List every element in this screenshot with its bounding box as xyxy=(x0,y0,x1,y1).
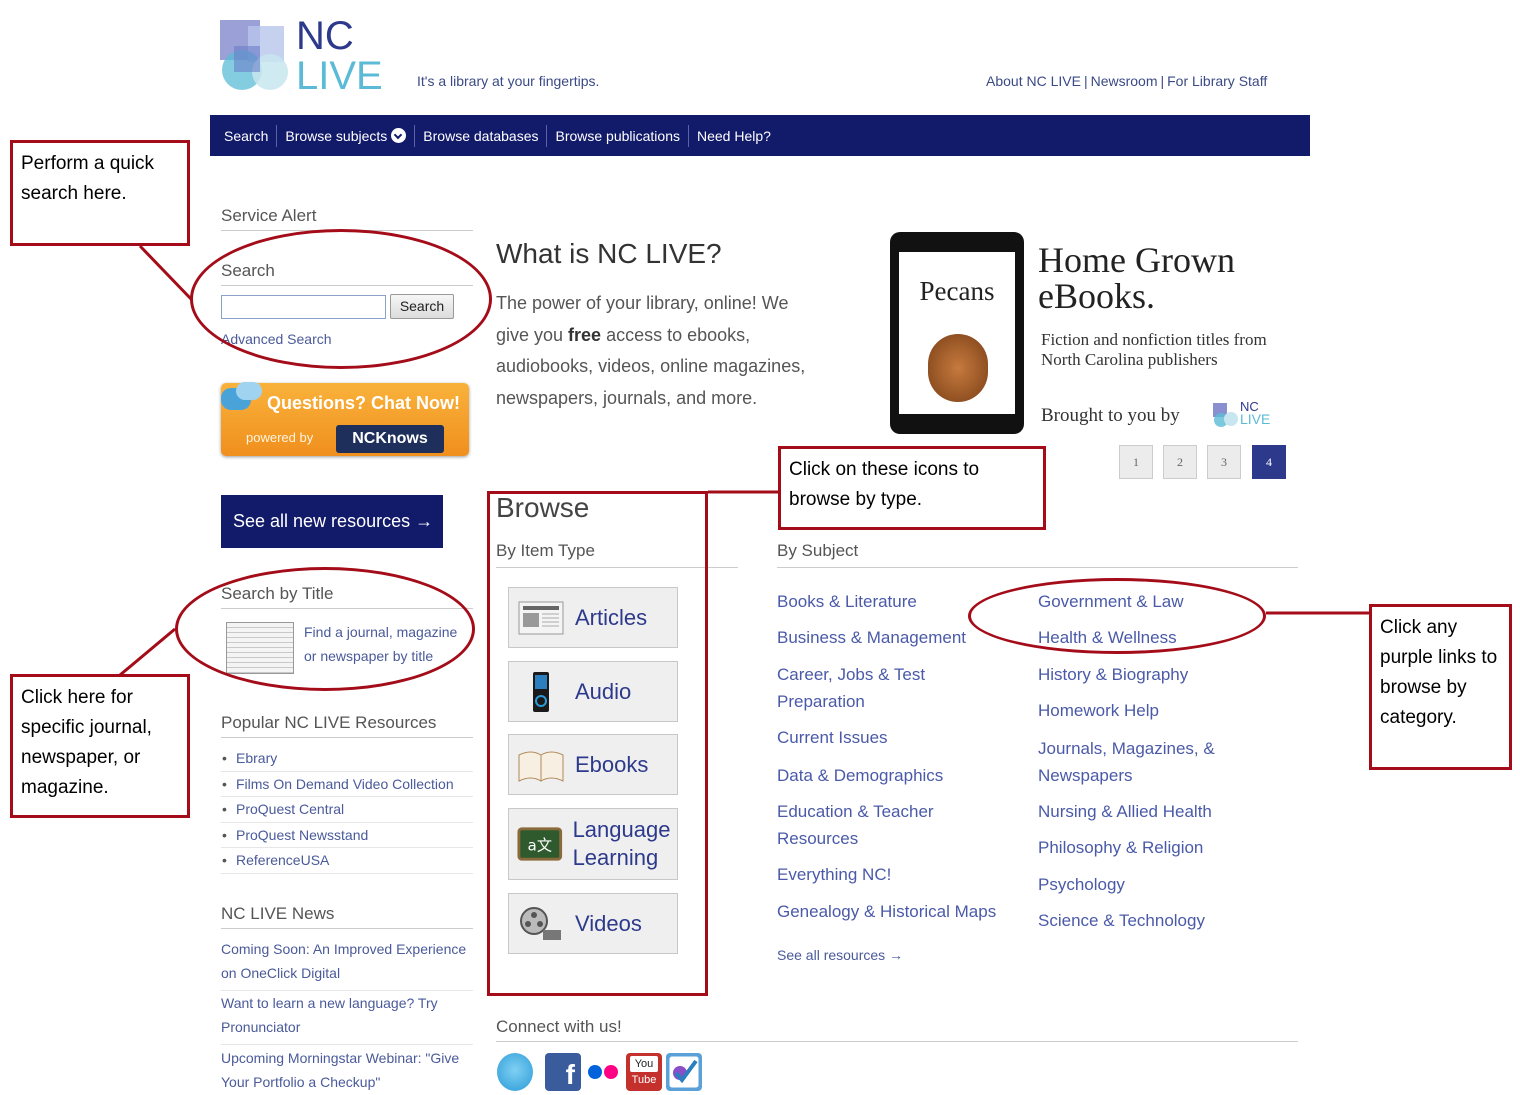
main-nav: Search Browse subjects Browse databases … xyxy=(210,115,1310,156)
newsroom-link[interactable]: Newsroom xyxy=(1091,73,1158,89)
subject-link[interactable]: Data & Demographics xyxy=(777,762,943,789)
popular-resource-link[interactable]: ReferenceUSA xyxy=(221,848,473,874)
see-all-resources-link[interactable]: See all resources → xyxy=(777,947,903,963)
popular-resources-list: Ebrary Films On Demand Video Collection … xyxy=(221,746,473,874)
subject-link[interactable]: Books & Literature xyxy=(777,588,917,615)
subject-link[interactable]: Philosophy & Religion xyxy=(1038,834,1203,861)
popular-resources-heading: Popular NC LIVE Resources xyxy=(221,713,473,738)
chevron-down-icon xyxy=(391,128,407,143)
library-staff-link[interactable]: For Library Staff xyxy=(1167,73,1267,89)
flickr-icon[interactable] xyxy=(585,1053,621,1091)
service-alert-heading[interactable]: Service Alert xyxy=(221,206,473,231)
what-is-heading: What is NC LIVE? xyxy=(496,238,722,269)
about-link[interactable]: About NC LIVE xyxy=(986,73,1081,89)
annotation-title: Click here for specific journal, newspap… xyxy=(10,674,190,818)
carousel-subtitle: Fiction and nonfiction titles from North… xyxy=(1041,330,1267,369)
intro-paragraph: The power of your library, online! We gi… xyxy=(496,293,806,408)
nav-search[interactable]: Search xyxy=(216,124,278,147)
popular-resource-link[interactable]: ProQuest Central xyxy=(221,797,473,823)
pecan-image xyxy=(928,334,988,402)
subject-link[interactable]: Business & Management xyxy=(777,624,966,651)
annotation-oval-title xyxy=(175,567,475,691)
nav-need-help[interactable]: Need Help? xyxy=(689,125,779,147)
popular-resource-link[interactable]: Ebrary xyxy=(221,746,473,772)
book-cover-title: Pecans xyxy=(919,276,995,306)
chat-bubble-icon xyxy=(236,382,262,400)
chat-powered-by: powered by xyxy=(246,430,314,445)
annotation-oval-subjects xyxy=(968,578,1266,654)
separator: | xyxy=(1160,73,1165,89)
subject-link[interactable]: Science & Technology xyxy=(1038,907,1205,934)
subject-link[interactable]: Homework Help xyxy=(1038,697,1159,724)
subject-link[interactable]: History & Biography xyxy=(1038,661,1188,688)
nav-browse-publications[interactable]: Browse publications xyxy=(547,124,689,147)
annotation-search: Perform a quick search here. xyxy=(10,140,190,246)
by-subject-heading: By Subject xyxy=(777,541,1298,568)
logo-text-live[interactable]: LIVE xyxy=(296,56,383,96)
news-item-link[interactable]: Want to learn a new language? Try Pronun… xyxy=(221,991,473,1045)
carousel-title[interactable]: Home Grown eBooks. xyxy=(1038,242,1235,314)
subject-link[interactable]: Education & Teacher Resources xyxy=(777,798,977,852)
carousel-page-1[interactable]: 1 xyxy=(1119,445,1153,479)
subject-link[interactable]: Everything NC! xyxy=(777,861,891,888)
popular-resource-link[interactable]: Films On Demand Video Collection xyxy=(221,772,473,798)
subject-link[interactable]: Current Issues xyxy=(777,724,888,751)
separator: | xyxy=(1083,73,1088,89)
annotation-category: Click any purple links to browse by cate… xyxy=(1369,604,1512,770)
subject-link[interactable]: Nursing & Allied Health xyxy=(1038,798,1212,825)
see-all-new-resources-button[interactable]: See all new resources → xyxy=(221,495,443,548)
carousel-brought-by: Brought to you by xyxy=(1041,405,1180,426)
twitter-icon[interactable] xyxy=(497,1053,533,1091)
youtube-bottom-label: Tube xyxy=(631,1074,657,1086)
carousel-page-4-active[interactable]: 4 xyxy=(1252,445,1286,479)
nav-browse-subjects[interactable]: Browse subjects xyxy=(277,124,416,147)
nc-live-small-logo-icon xyxy=(1213,403,1238,427)
annotation-oval-search xyxy=(190,229,492,369)
popular-resource-link[interactable]: ProQuest Newsstand xyxy=(221,823,473,849)
news-item-link[interactable]: Coming Soon: An Improved Experience on O… xyxy=(221,937,473,991)
subject-link[interactable]: Genealogy & Historical Maps xyxy=(777,898,996,925)
small-logo-live: LIVE xyxy=(1240,411,1271,427)
logo-text-nc[interactable]: NC xyxy=(296,16,354,56)
facebook-icon[interactable]: f xyxy=(545,1053,581,1091)
subject-link[interactable]: Journals, Magazines, & Newspapers xyxy=(1038,735,1238,789)
youtube-icon[interactable]: You Tube xyxy=(626,1053,662,1091)
ncknows-logo: NCKnows xyxy=(336,425,444,453)
annotation-type: Click on these icons to browse by type. xyxy=(778,446,1046,530)
youtube-top-label: You xyxy=(630,1056,658,1072)
chat-title: Questions? Chat Now! xyxy=(267,393,460,413)
connect-heading: Connect with us! xyxy=(496,1017,1298,1042)
tagline: It's a library at your fingertips. xyxy=(417,73,600,89)
nav-browse-databases[interactable]: Browse databases xyxy=(415,124,548,147)
checkin-icon[interactable] xyxy=(666,1053,702,1091)
news-heading: NC LIVE News xyxy=(221,904,473,929)
news-item-link[interactable]: Upcoming Morningstar Webinar: "Give Your… xyxy=(221,1046,473,1095)
subject-link[interactable]: Psychology xyxy=(1038,871,1125,898)
carousel-page-2[interactable]: 2 xyxy=(1163,445,1197,479)
subject-link[interactable]: Career, Jobs & Test Preparation xyxy=(777,661,977,715)
top-links: About NC LIVE | Newsroom | For Library Staff xyxy=(986,73,1267,89)
nc-live-logo-icon[interactable] xyxy=(220,20,292,92)
annotation-frame-browse-type xyxy=(487,491,708,996)
carousel-page-3[interactable]: 3 xyxy=(1207,445,1241,479)
free-emphasis: free xyxy=(568,324,602,345)
